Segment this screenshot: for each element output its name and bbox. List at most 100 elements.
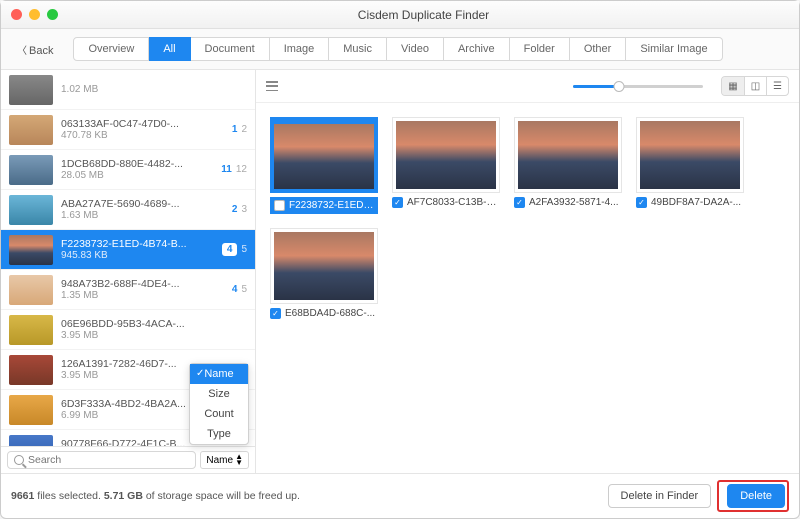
search-field[interactable] [7, 451, 196, 469]
tab-image[interactable]: Image [270, 37, 330, 61]
thumbnail-filename: E68BDA4D-688C-... [285, 308, 378, 319]
list-item[interactable]: 063133AF-0C47-47D0-...470.78 KB12 [1, 110, 255, 150]
thumbnail-image[interactable] [392, 117, 500, 193]
thumbnail-card[interactable]: ✓ A2FA3932-5871-4... [514, 117, 622, 214]
thumbnail-image[interactable] [514, 117, 622, 193]
list-item[interactable]: ABA27A7E-5690-4689-...1.63 MB23 [1, 190, 255, 230]
thumbnail-size-slider[interactable] [573, 85, 703, 88]
thumbnail-filename: A2FA3932-5871-4... [529, 197, 622, 208]
slider-knob[interactable] [613, 81, 624, 92]
chevron-left-icon: 〈 [17, 46, 27, 57]
window-title: Cisdem Duplicate Finder [58, 8, 789, 22]
thumbnail-filename: AF7C8033-C13B-4... [407, 197, 500, 208]
thumbnail-label: F2238732-E1ED-4... [270, 197, 378, 214]
freed-size: 5.71 GB [104, 490, 143, 502]
tab-music[interactable]: Music [329, 37, 387, 61]
delete-highlight: Delete [717, 480, 789, 512]
checkbox[interactable]: ✓ [270, 308, 281, 319]
tab-video[interactable]: Video [387, 37, 444, 61]
count-selected: 2 [232, 204, 238, 215]
thumbnail [9, 195, 53, 225]
selected-count: 9661 [11, 490, 34, 502]
tab-archive[interactable]: Archive [444, 37, 510, 61]
checkbox[interactable]: ✓ [514, 197, 525, 208]
thumbnail [9, 435, 53, 447]
item-meta: 06E96BDD-95B3-4ACA-...3.95 MB [61, 318, 239, 341]
close-icon[interactable] [11, 9, 22, 20]
traffic-lights [11, 9, 58, 20]
sort-button[interactable]: Name ▲▼ [200, 451, 249, 469]
list-item[interactable]: 948A73B2-688F-4DE4-...1.35 MB45 [1, 270, 255, 310]
tab-similar-image[interactable]: Similar Image [626, 37, 722, 61]
count-total: 2 [241, 124, 247, 135]
filter-icon[interactable] [266, 81, 278, 91]
thumbnail [9, 395, 53, 425]
thumbnail-grid: F2238732-E1ED-4... ✓ AF7C8033-C13B-4... ✓ A2… [256, 103, 799, 473]
body: 1.02 MB063133AF-0C47-47D0-...470.78 KB12… [1, 70, 799, 473]
thumbnail-card[interactable]: ✓ E68BDA4D-688C-... [270, 228, 378, 319]
list-item[interactable]: 1DCB68DD-880E-4482-...28.05 MB 1112 [1, 150, 255, 190]
view-columns-icon[interactable]: ◫ [744, 77, 766, 95]
tab-folder[interactable]: Folder [510, 37, 570, 61]
thumbnail-label: ✓ AF7C8033-C13B-4... [392, 197, 500, 208]
file-size: 470.78 KB [61, 130, 224, 141]
tab-all[interactable]: All [149, 37, 190, 61]
sort-option-count[interactable]: Count [190, 404, 248, 424]
file-size: 945.83 KB [61, 250, 214, 261]
item-meta: 1DCB68DD-880E-4482-...28.05 MB [61, 158, 213, 181]
thumbnail-card[interactable]: ✓49BDF8A7-DA2A-... [636, 117, 744, 214]
file-size: 1.63 MB [61, 210, 224, 221]
file-size: 3.95 MB [61, 330, 239, 341]
minimize-icon[interactable] [29, 9, 40, 20]
thumbnail-image[interactable] [270, 228, 378, 304]
titlebar: Cisdem Duplicate Finder [1, 1, 799, 29]
tab-overview[interactable]: Overview [73, 37, 149, 61]
checkbox[interactable]: ✓ [636, 197, 647, 208]
thumbnail [9, 235, 53, 265]
file-name: 06E96BDD-95B3-4ACA-... [61, 318, 239, 330]
sort-option-size[interactable]: Size [190, 384, 248, 404]
count-total: 12 [236, 164, 247, 175]
tab-other[interactable]: Other [570, 37, 627, 61]
updown-icon: ▲▼ [235, 454, 243, 466]
count-total: 3 [241, 204, 247, 215]
thumbnail-label: ✓ E68BDA4D-688C-... [270, 308, 378, 319]
thumbnail [9, 115, 53, 145]
file-size: 28.05 MB [61, 170, 213, 181]
count-total: 5 [241, 244, 247, 255]
view-list-icon[interactable]: ☰ [766, 77, 788, 95]
delete-in-finder-button[interactable]: Delete in Finder [608, 484, 712, 508]
search-input[interactable] [28, 454, 189, 466]
sort-option-type[interactable]: Type [190, 424, 248, 444]
checkbox[interactable]: ✓ [392, 197, 403, 208]
count-total: 5 [241, 284, 247, 295]
count-selected: 4 [232, 284, 238, 295]
list-item[interactable]: 1.02 MB [1, 70, 255, 110]
checkbox[interactable] [274, 200, 285, 211]
thumbnail-image[interactable] [636, 117, 744, 193]
back-button[interactable]: 〈Back [11, 39, 59, 60]
tab-document[interactable]: Document [191, 37, 270, 61]
view-grid-icon[interactable]: ▦ [722, 77, 744, 95]
dup-counts: 45 [232, 284, 247, 295]
count-selected: 4 [222, 243, 238, 256]
thumbnail-card[interactable]: F2238732-E1ED-4... [270, 117, 378, 214]
thumbnail [9, 355, 53, 385]
thumbnail-label: ✓ A2FA3932-5871-4... [514, 197, 622, 208]
zoom-icon[interactable] [47, 9, 58, 20]
thumbnail [9, 75, 53, 105]
sort-option-name[interactable]: Name [190, 364, 248, 384]
footer: 9661 files selected. 5.71 GB of storage … [1, 473, 799, 518]
sort-menu: Name Size Count Type [189, 363, 249, 445]
app-window: Cisdem Duplicate Finder 〈Back Overview A… [0, 0, 800, 519]
list-item[interactable]: F2238732-E1ED-4B74-B...945.83 KB 45 [1, 230, 255, 270]
sort-button-label: Name [206, 455, 233, 466]
list-item[interactable]: 06E96BDD-95B3-4ACA-...3.95 MB [1, 310, 255, 350]
dup-counts: 1112 [221, 164, 247, 175]
item-meta: F2238732-E1ED-4B74-B...945.83 KB [61, 238, 214, 261]
thumbnail-card[interactable]: ✓ AF7C8033-C13B-4... [392, 117, 500, 214]
view-mode-buttons: ▦ ◫ ☰ [721, 76, 789, 96]
delete-button[interactable]: Delete [727, 484, 785, 508]
file-name: F2238732-E1ED-4B74-B... [61, 238, 214, 250]
thumbnail-image[interactable] [270, 117, 378, 193]
